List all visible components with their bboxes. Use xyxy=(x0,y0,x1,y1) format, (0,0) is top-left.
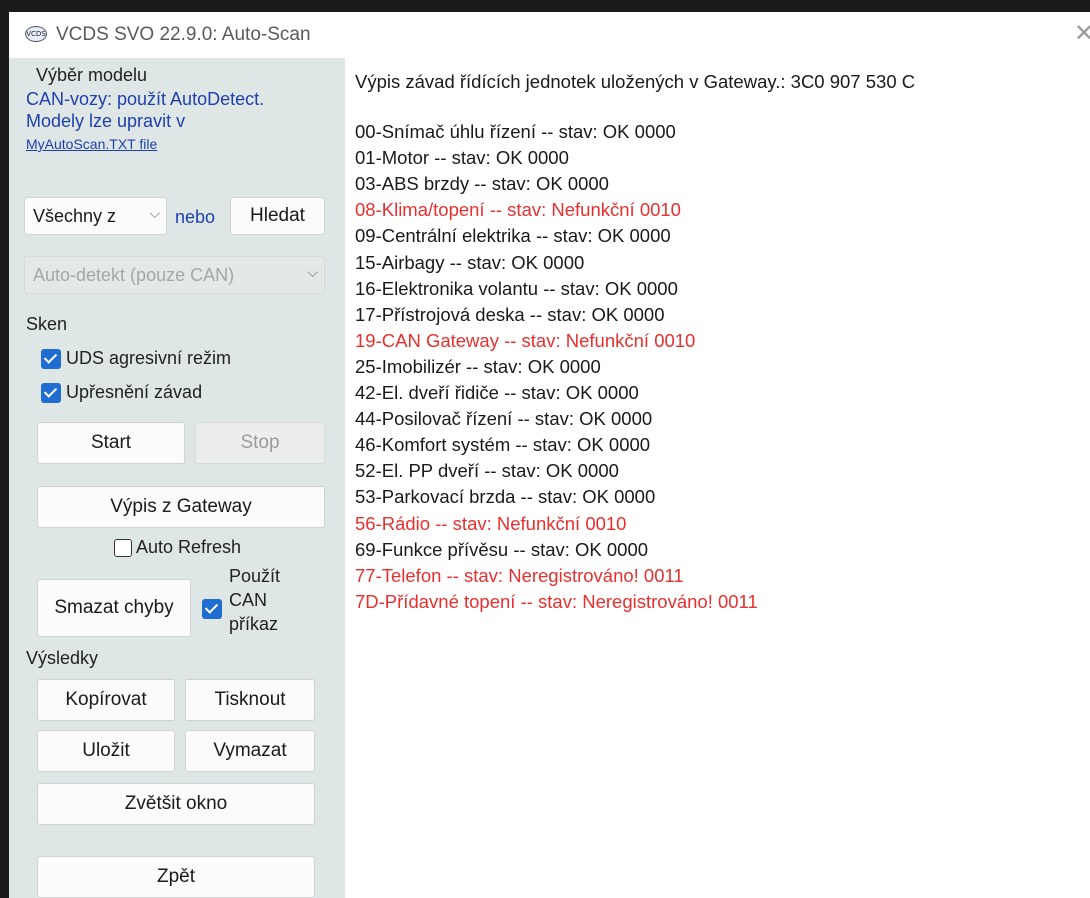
or-label: nebo xyxy=(175,207,216,227)
clear-faults-button[interactable]: Smazat chyby xyxy=(37,579,191,637)
results-header: Výpis závad řídících jednotek uložených … xyxy=(355,71,916,92)
can-note-line-1: CAN-vozy: použít AutoDetect. xyxy=(26,89,265,109)
can-command-checkbox[interactable] xyxy=(202,599,222,619)
can-command-label-1: Použít xyxy=(229,566,281,586)
close-icon[interactable]: ✕ xyxy=(1074,21,1090,45)
uds-aggressive-checkbox[interactable] xyxy=(41,349,61,369)
erase-button[interactable]: Vymazat xyxy=(185,730,315,772)
title-bar: VCDS VCDS SVO 22.9.0: Auto-Scan ✕ xyxy=(9,12,1090,58)
window-title: VCDS SVO 22.9.0: Auto-Scan xyxy=(56,24,311,45)
result-line: 00-Snímač úhlu řízení -- stav: OK 0000 xyxy=(355,121,676,142)
can-command-label-3: příkaz xyxy=(229,614,279,634)
result-line: 42-El. dveří řidiče -- stav: OK 0000 xyxy=(355,382,639,403)
auto-refresh-checkbox[interactable] xyxy=(114,539,132,557)
copy-button[interactable]: Kopírovat xyxy=(37,679,175,721)
result-line: 53-Parkovací brzda -- stav: OK 0000 xyxy=(355,486,656,508)
search-button[interactable]: Hledat xyxy=(230,197,325,235)
auto-refresh-label: Auto Refresh xyxy=(136,537,242,557)
result-line: 69-Funkce přívěsu -- stav: OK 0000 xyxy=(355,538,649,560)
result-line: 17-Přístrojová deska -- stav: OK 0000 xyxy=(355,303,665,325)
stop-button[interactable]: Stop xyxy=(195,422,325,464)
model-select[interactable]: Všechny z ⌵ xyxy=(24,197,167,235)
scan-heading: Sken xyxy=(26,314,68,334)
myautoscan-file-link[interactable]: MyAutoScan.TXT file xyxy=(26,136,157,152)
chevron-down-icon: ⌵ xyxy=(307,265,318,281)
result-line: 09-Centrální elektrika -- stav: OK 0000 xyxy=(355,225,671,247)
can-note-line-2: Modely lze upravit v xyxy=(26,111,186,131)
result-line: 77-Telefon -- stav: Neregistrováno! 0011 xyxy=(355,564,684,586)
result-line: 7D-Přídavné topení -- stav: Neregistrová… xyxy=(355,590,758,612)
autodetect-select[interactable]: Auto-detekt (pouze CAN) ⌵ xyxy=(24,256,325,294)
chevron-down-icon: ⌵ xyxy=(149,206,160,222)
vcds-app-icon: VCDS xyxy=(25,26,47,42)
result-line: 19-CAN Gateway -- stav: Nefunkční 0010 xyxy=(355,329,696,351)
print-button[interactable]: Tisknout xyxy=(185,679,315,721)
model-heading: Výběr modelu xyxy=(36,65,148,85)
results-panel[interactable]: Výpis závad řídících jednotek uložených … xyxy=(345,58,1090,898)
result-line: 46-Komfort systém -- stav: OK 0000 xyxy=(355,434,651,456)
can-command-label-2: CAN xyxy=(229,590,268,610)
results-heading: Výsledky xyxy=(26,648,99,668)
result-line: 44-Posilovač řízení -- stav: OK 0000 xyxy=(355,408,653,430)
result-line: 25-Imobilizér -- stav: OK 0000 xyxy=(355,355,601,377)
result-line: 15-Airbagy -- stav: OK 0000 xyxy=(355,251,585,273)
uds-aggressive-label: UDS agresivní režim xyxy=(66,348,232,368)
result-line: 52-El. PP dveří -- stav: OK 0000 xyxy=(355,460,619,482)
save-button[interactable]: Uložit xyxy=(37,730,175,772)
model-select-value: Všechny z xyxy=(33,206,117,226)
autodetect-select-value: Auto-detekt (pouze CAN) xyxy=(33,265,235,285)
result-line: 56-Rádio -- stav: Nefunkční 0010 xyxy=(355,512,627,534)
refine-faults-label: Upřesnění závad xyxy=(66,382,203,402)
start-button[interactable]: Start xyxy=(37,422,185,464)
enlarge-window-button[interactable]: Zvětšit okno xyxy=(37,783,315,825)
result-line: 16-Elektronika volantu -- stav: OK 0000 xyxy=(355,277,678,299)
left-control-panel: Výběr modelu CAN-vozy: použít AutoDetect… xyxy=(9,58,345,898)
back-button[interactable]: Zpět xyxy=(37,856,315,898)
result-line: 08-Klima/topení -- stav: Nefunkční 0010 xyxy=(355,199,681,221)
vcds-auto-scan-window: VCDS VCDS SVO 22.9.0: Auto-Scan ✕ Výběr … xyxy=(9,12,1090,898)
gateway-list-button[interactable]: Výpis z Gateway xyxy=(37,486,325,528)
refine-faults-checkbox[interactable] xyxy=(41,383,61,403)
result-line: 01-Motor -- stav: OK 0000 xyxy=(355,147,569,169)
result-line: 03-ABS brzdy -- stav: OK 0000 xyxy=(355,173,609,195)
